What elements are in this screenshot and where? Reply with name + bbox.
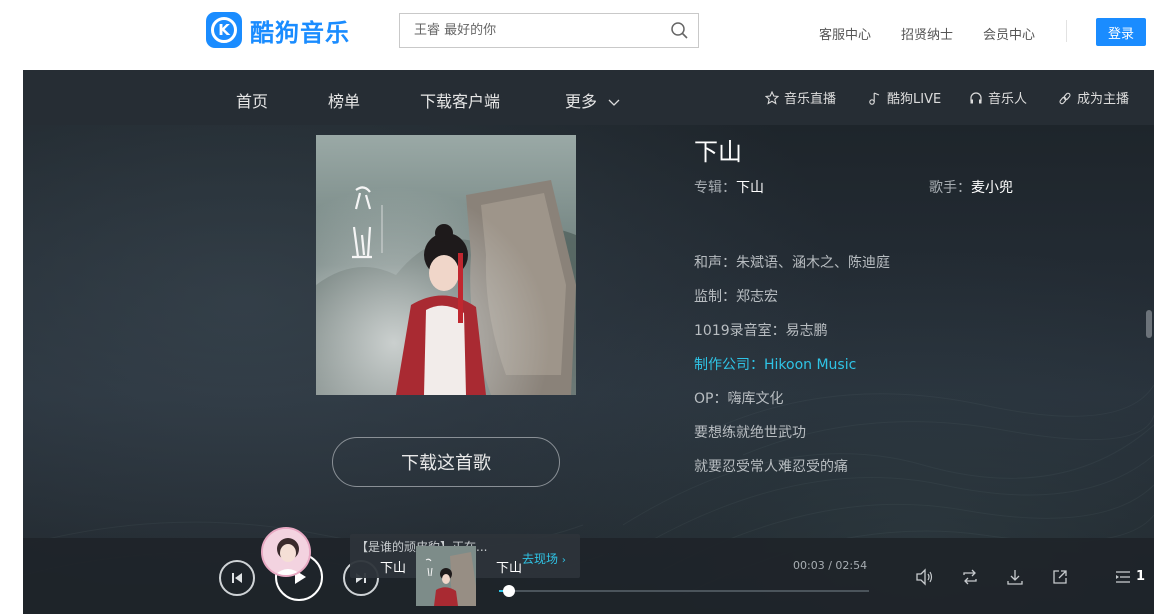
lyric-line: 监制：郑志宏 [694, 289, 778, 305]
page: K 酷狗音乐 客服中心 招贤纳士 会员中心 登录 [0, 0, 1154, 614]
nav-kugou-live-label: 酷狗LIVE [887, 92, 942, 107]
nav-charts[interactable]: 榜单 [328, 88, 360, 112]
progress-bar[interactable] [499, 585, 869, 597]
login-button[interactable]: 登录 [1096, 18, 1146, 46]
singer-label: 歌手： [929, 180, 971, 196]
main-nav: 首页 榜单 下载客户端 更多 音乐直播 酷狗LIVE 音乐人 成为主播 [23, 70, 1154, 125]
nav-musician[interactable]: 音乐人 [969, 88, 1027, 107]
repeat-icon[interactable] [960, 567, 980, 587]
share-icon[interactable] [1050, 567, 1070, 587]
song-title: 下山 [694, 138, 742, 166]
singer-link[interactable]: 麦小兜 [971, 180, 1013, 196]
album-label: 专辑： [694, 180, 736, 196]
singer-meta: 歌手：麦小兜 [929, 177, 1013, 197]
playlist-count: 1 [1136, 569, 1146, 584]
logo-text: 酷狗音乐 [250, 18, 350, 47]
chevron-right-icon: › [561, 555, 566, 566]
now-playing-cover-art [416, 546, 476, 606]
link-icon [1059, 92, 1071, 104]
lyric-line: 要想练就绝世武功 [694, 425, 806, 441]
lyric-line: 就要忍受常人难忍受的痛 [694, 459, 848, 475]
lyric-line: 和声：朱斌语、涵木之、陈迪庭 [694, 255, 890, 271]
nav-more-label: 更多 [565, 92, 598, 111]
player-bar [23, 538, 1154, 614]
search-box [399, 13, 699, 48]
album-link[interactable]: 下山 [736, 180, 764, 196]
now-playing-cover[interactable] [416, 546, 476, 606]
top-header: K 酷狗音乐 客服中心 招贤纳士 会员中心 登录 [0, 0, 1154, 70]
star-icon [765, 90, 779, 105]
search-input[interactable] [400, 14, 662, 47]
download-icon[interactable] [1005, 567, 1025, 587]
now-playing-title: 下山 [496, 561, 523, 576]
lyric-line-current: 制作公司：Hikoon Music [694, 357, 857, 373]
album-cover [316, 135, 576, 395]
go-to-live-link[interactable]: 去现场 › [522, 550, 566, 567]
song-stage: 首页 榜单 下载客户端 更多 音乐直播 酷狗LIVE 音乐人 成为主播 下载这首… [23, 70, 1154, 614]
go-to-live-label: 去现场 [522, 552, 559, 566]
previous-icon [232, 573, 242, 583]
headphones-icon [970, 91, 982, 103]
careers-link[interactable]: 招贤纳士 [901, 24, 953, 43]
nav-download-client[interactable]: 下载客户端 [420, 88, 500, 112]
lyric-line: OP：嗨库文化 [694, 391, 784, 407]
nav-home[interactable]: 首页 [236, 88, 268, 112]
customer-service-link[interactable]: 客服中心 [819, 24, 871, 43]
kugou-logo-icon: K [206, 12, 242, 48]
nav-more[interactable]: 更多 [565, 88, 620, 112]
nav-music-live-label: 音乐直播 [784, 92, 837, 107]
playlist-icon[interactable] [1113, 567, 1133, 587]
music-note-icon [869, 91, 880, 105]
volume-icon[interactable] [914, 567, 934, 587]
search-icon[interactable] [670, 21, 690, 41]
header-divider [1066, 20, 1067, 42]
playback-time: 00:03 / 02:54 [793, 559, 868, 572]
download-song-button[interactable]: 下载这首歌 [332, 437, 560, 487]
nav-musician-label: 音乐人 [988, 92, 1028, 107]
live-host-avatar[interactable] [261, 527, 311, 577]
vip-center-link[interactable]: 会员中心 [983, 24, 1035, 43]
kugou-logo[interactable]: K 酷狗音乐 [206, 12, 350, 48]
nav-kugou-live[interactable]: 酷狗LIVE [868, 88, 941, 107]
nav-music-live[interactable]: 音乐直播 [765, 88, 836, 107]
previous-button[interactable] [219, 560, 255, 596]
logo-glyph: K [211, 17, 237, 43]
nav-become-host-label: 成为主播 [1077, 92, 1130, 107]
live-song-title: 下山 [380, 561, 407, 576]
album-meta: 专辑：下山 [694, 177, 764, 197]
lyric-line: 1019录音室：易志鹏 [694, 323, 828, 339]
nav-become-host[interactable]: 成为主播 [1058, 88, 1129, 107]
album-cover-art [316, 135, 576, 395]
chevron-down-icon [608, 99, 620, 106]
lyrics-scrollbar[interactable] [1146, 310, 1152, 338]
